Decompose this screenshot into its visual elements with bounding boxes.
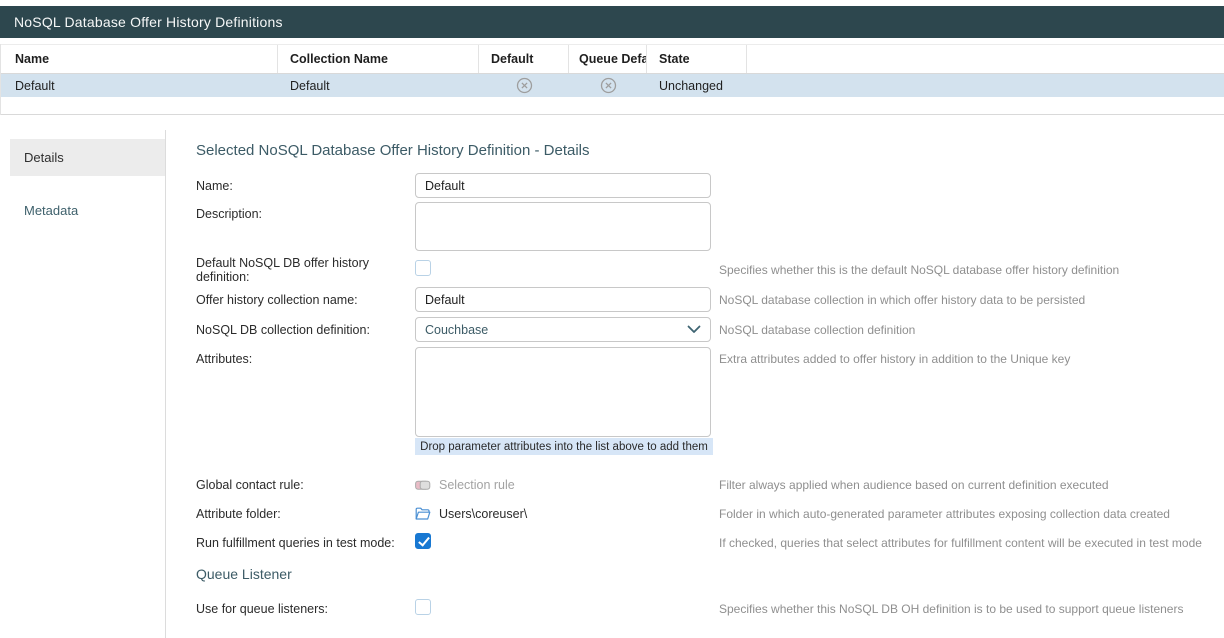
collection-name-label: Offer history collection name: [196,293,415,307]
global-contact-rule-label: Global contact rule: [196,478,415,492]
attribute-folder-value[interactable]: Users\coreuser\ [439,507,527,521]
row-cell-state: Unchanged [647,74,747,97]
description-label: Description: [196,202,415,221]
definitions-table: Name Collection Name Default Queue Defa.… [0,44,1224,115]
queue-listener-title: Queue Listener [196,566,292,582]
test-mode-checkbox[interactable] [415,533,431,549]
collection-definition-description: NoSQL database collection definition [719,323,915,337]
default-definition-checkbox[interactable] [415,260,431,276]
description-textarea[interactable] [415,202,711,251]
collection-definition-select[interactable]: Couchbase [415,317,711,342]
collection-definition-label: NoSQL DB collection definition: [196,323,415,337]
form-row-global-contact-rule: Global contact rule: Selection rule Filt… [196,475,1224,495]
tab-details[interactable]: Details [10,139,165,176]
attributes-listbox[interactable] [415,347,711,437]
tab-metadata-label: Metadata [24,203,78,218]
name-label: Name: [196,179,415,193]
column-header-filler [747,45,1224,73]
row-cell-name: Default [1,74,278,97]
form-row-test-mode: Run fulfillment queries in test mode: If… [196,533,1224,553]
attributes-label: Attributes: [196,347,415,366]
form-row-use-for-queue: Use for queue listeners: Specifies wheth… [196,599,1224,619]
tab-metadata[interactable]: Metadata [10,192,165,229]
table-header-row: Name Collection Name Default Queue Defa.… [1,44,1224,74]
test-mode-description: If checked, queries that select attribut… [719,536,1202,550]
use-for-queue-label: Use for queue listeners: [196,602,415,616]
row-cell-filler [747,74,1224,97]
panel-title: NoSQL Database Offer History Definitions [14,14,283,30]
form-row-default-definition: Default NoSQL DB offer history definitio… [196,260,1224,280]
folder-open-icon [415,507,431,521]
form-row-name: Name: [196,173,1224,198]
row-cell-queue-default [569,74,647,97]
circle-x-icon [600,77,617,94]
form-row-collection-name: Offer history collection name: NoSQL dat… [196,287,1224,312]
collection-definition-value: Couchbase [425,323,488,337]
tab-details-label: Details [24,150,64,165]
details-section-title: Selected NoSQL Database Offer History De… [196,142,1224,159]
default-definition-description: Specifies whether this is the default No… [719,263,1119,277]
column-header-default[interactable]: Default [479,45,569,73]
queue-listener-section: Queue Listener [196,566,1224,582]
attributes-drop-hint: Drop parameter attributes into the list … [415,438,713,455]
detail-tab-strip: Details Metadata [0,130,166,638]
global-contact-rule-value[interactable]: Selection rule [439,478,515,492]
form-row-attribute-folder: Attribute folder: Users\coreuser\ Folder… [196,504,1224,524]
use-for-queue-description: Specifies whether this NoSQL DB OH defin… [719,602,1183,616]
global-contact-rule-description: Filter always applied when audience base… [719,478,1109,492]
collection-name-description: NoSQL database collection in which offer… [719,293,1085,307]
test-mode-label: Run fulfillment queries in test mode: [196,536,415,550]
circle-x-icon [516,77,533,94]
attributes-description: Extra attributes added to offer history … [719,347,1070,366]
attribute-folder-description: Folder in which auto-generated parameter… [719,507,1170,521]
column-header-queue-default[interactable]: Queue Defa... [569,45,647,73]
attribute-folder-label: Attribute folder: [196,507,415,521]
selection-rule-icon [415,480,431,491]
form-row-collection-definition: NoSQL DB collection definition: Couchbas… [196,317,1224,342]
app-window: NoSQL Database Offer History Definitions… [0,0,1224,638]
chevron-down-icon [687,325,701,334]
use-for-queue-checkbox[interactable] [415,599,431,615]
table-row-selected[interactable]: Default Default Unchanged [1,74,1224,97]
row-cell-collection-name: Default [278,74,479,97]
column-header-state[interactable]: State [647,45,747,73]
default-definition-label: Default NoSQL DB offer history definitio… [196,256,415,284]
name-input[interactable] [415,173,711,198]
column-header-collection-name[interactable]: Collection Name [278,45,479,73]
row-cell-default [479,74,569,97]
collection-name-input[interactable] [415,287,711,312]
panel-titlebar: NoSQL Database Offer History Definitions [0,6,1224,38]
table-empty-row [1,97,1224,115]
details-panel: Selected NoSQL Database Offer History De… [196,142,1224,619]
form-row-attributes: Attributes: Drop parameter attributes in… [196,347,1224,455]
form-row-description: Description: [196,202,1224,251]
column-header-name[interactable]: Name [1,45,278,73]
